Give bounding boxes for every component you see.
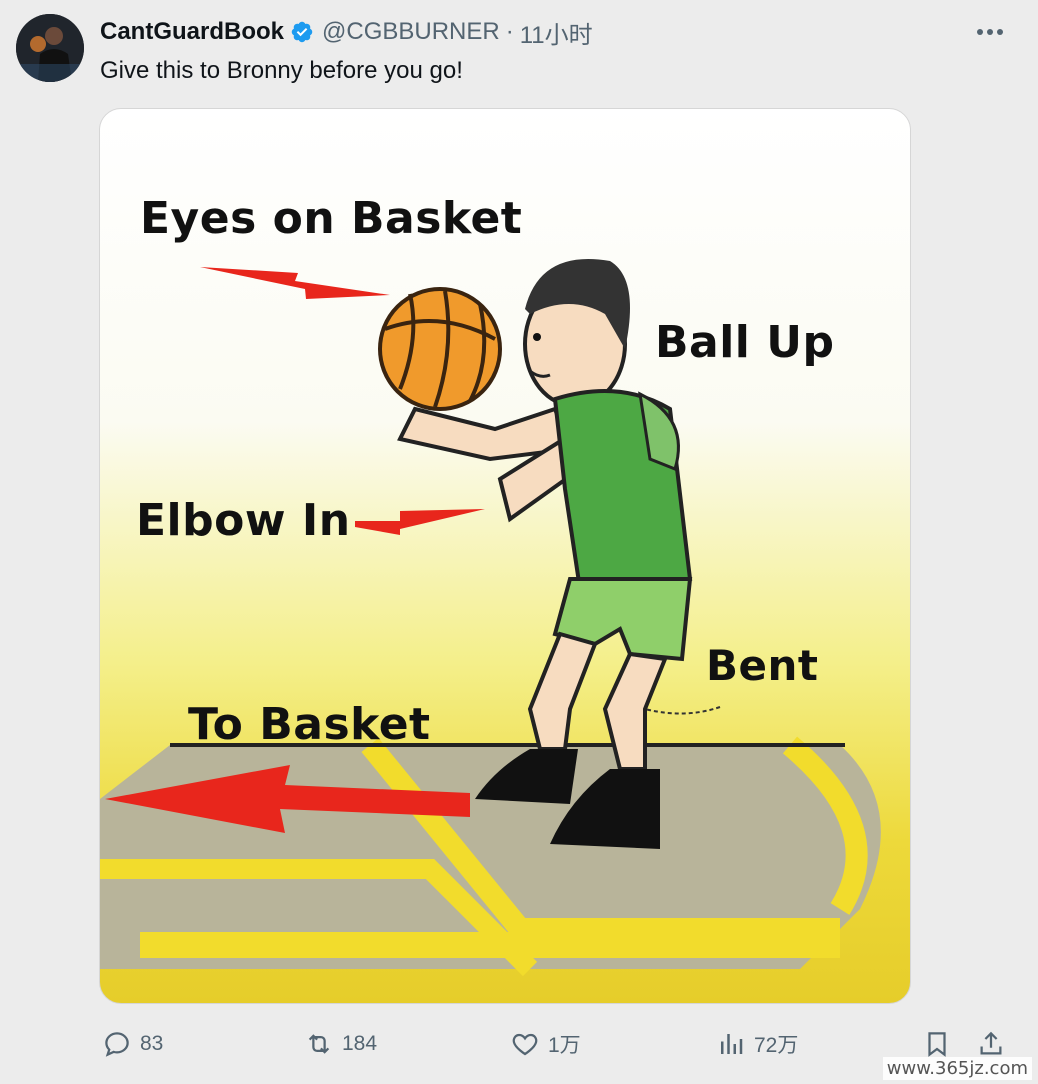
avatar-image: [16, 14, 84, 82]
reply-count: 83: [140, 1032, 164, 1055]
retweet-count: 184: [342, 1032, 378, 1055]
label-to-basket: To Basket: [188, 699, 431, 750]
views-count: 72万: [754, 1034, 799, 1057]
label-eyes-on-basket: Eyes on Basket: [140, 193, 523, 244]
retweet-button[interactable]: 184: [304, 1022, 377, 1066]
meta-separator: ·: [505, 18, 514, 45]
analytics-bars-icon: [721, 1034, 743, 1054]
author-handle[interactable]: @CGBBURNER: [322, 18, 500, 46]
label-ball-up: Ball Up: [655, 317, 835, 368]
label-bent: Bent: [706, 641, 819, 690]
tweet-text: Give this to Bronny before you go!: [100, 57, 463, 84]
tweet-media-image[interactable]: Eyes on Basket Ball Up Elbow In Bent To …: [99, 108, 911, 1004]
verified-badge-icon: [291, 21, 313, 43]
author-avatar[interactable]: [16, 14, 84, 82]
tweet-timestamp[interactable]: 11小时: [520, 15, 593, 50]
tweet-header: CantGuardBook @CGBBURNER · 11小时: [100, 15, 593, 50]
label-elbow-in: Elbow In: [136, 495, 351, 546]
reply-button[interactable]: 83: [102, 1022, 163, 1066]
like-count: 1万: [548, 1034, 581, 1057]
heart-icon: [512, 1033, 538, 1056]
bookmark-icon: [928, 1032, 946, 1057]
like-button[interactable]: 1万: [510, 1022, 581, 1066]
reply-icon: [105, 1032, 129, 1057]
author-display-name[interactable]: CantGuardBook: [100, 18, 284, 46]
views-button[interactable]: 72万: [716, 1022, 798, 1066]
more-options-button[interactable]: [970, 18, 1010, 46]
more-dots-icon: [977, 29, 1003, 35]
retweet-icon: [308, 1034, 330, 1054]
share-upload-icon: [980, 1031, 1002, 1055]
site-watermark: www.365jz.com: [882, 1057, 1032, 1080]
